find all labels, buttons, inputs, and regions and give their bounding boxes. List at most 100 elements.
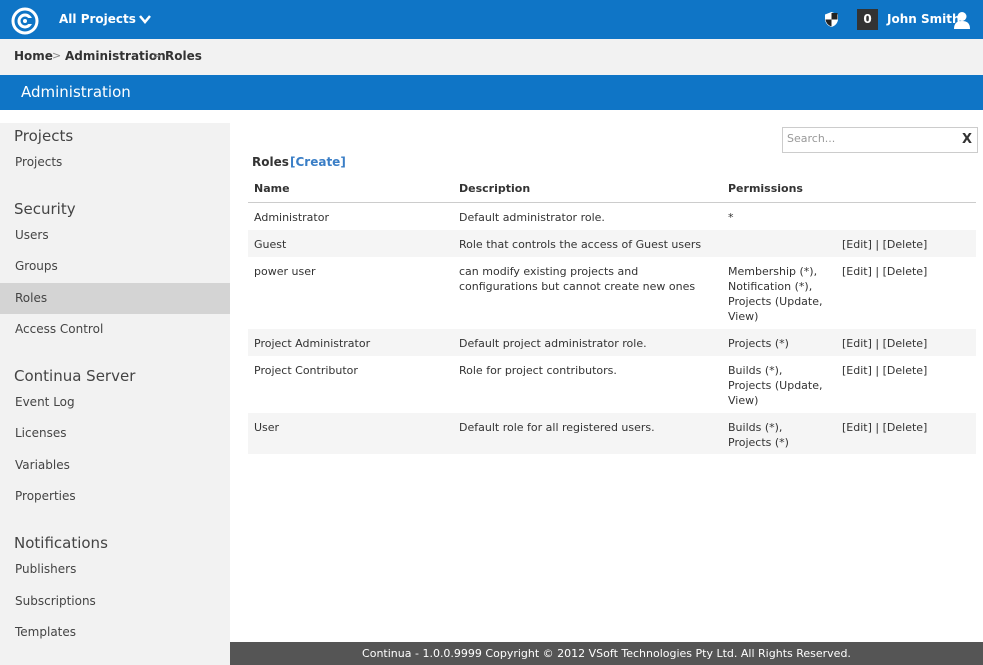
role-permissions: Builds (*), Projects (*) — [728, 420, 838, 450]
sidebar-section-notifications: Notifications — [14, 534, 108, 552]
chevron-down-icon[interactable] — [138, 12, 152, 26]
role-permissions: Projects (*) — [728, 336, 838, 351]
sidebar-item-groups[interactable]: Groups — [0, 251, 230, 282]
column-header-name: Name — [254, 182, 290, 195]
sidebar-section-security: Security — [14, 200, 76, 218]
project-selector[interactable]: All Projects — [59, 12, 136, 26]
sidebar-item-label: Licenses — [15, 426, 67, 440]
column-header-description: Description — [459, 182, 531, 195]
sidebar-item-event-log[interactable]: Event Log — [0, 387, 230, 418]
role-name: Guest — [254, 238, 287, 251]
action-separator: | — [875, 364, 880, 377]
breadcrumb-administration[interactable]: Administration — [65, 49, 166, 63]
sidebar-item-label: Publishers — [15, 562, 77, 576]
row-actions: [Edit] | [Delete] — [842, 237, 927, 252]
edit-role-link[interactable]: [Edit] — [842, 337, 872, 350]
continua-logo-icon[interactable] — [11, 7, 39, 35]
permission-line: View) — [728, 310, 759, 323]
sidebar-item-label: Users — [15, 228, 49, 242]
sidebar-item-properties[interactable]: Properties — [0, 481, 230, 512]
sidebar-item-label: Roles — [15, 291, 48, 305]
role-name: User — [254, 421, 280, 434]
table-row: power user can modify existing projects … — [248, 257, 976, 329]
shield-icon[interactable] — [824, 11, 839, 28]
sidebar-item-label: Subscriptions — [15, 594, 96, 608]
sidebar-item-projects[interactable]: Projects — [0, 147, 230, 178]
sidebar-item-licenses[interactable]: Licenses — [0, 418, 230, 449]
role-description: Role for project contributors. — [459, 364, 617, 377]
sidebar-item-label: Access Control — [15, 322, 104, 336]
breadcrumb-separator-icon: > — [152, 49, 162, 62]
sidebar-section-projects: Projects — [14, 127, 74, 145]
permission-line: Projects (Update, — [728, 295, 823, 308]
sidebar-item-templates[interactable]: Templates — [0, 617, 230, 648]
table-row: Administrator Default administrator role… — [248, 203, 976, 230]
clear-search-icon[interactable]: X — [962, 132, 972, 147]
role-description: Default administrator role. — [459, 211, 605, 224]
permission-line: Projects (Update, — [728, 379, 823, 392]
delete-role-link[interactable]: [Delete] — [883, 337, 928, 350]
breadcrumb-separator-icon: > — [52, 49, 62, 62]
row-actions: [Edit] | [Delete] — [842, 264, 927, 279]
permission-line: Builds (*), — [728, 421, 783, 434]
role-description: Default project administrator role. — [459, 337, 647, 350]
sidebar-item-users[interactable]: Users — [0, 220, 230, 251]
permission-line: View) — [728, 394, 759, 407]
permission-line: Notification (*), — [728, 280, 813, 293]
delete-role-link[interactable]: [Delete] — [883, 421, 928, 434]
sidebar-item-label: Event Log — [15, 395, 75, 409]
role-permissions: Builds (*), Projects (Update, View) — [728, 363, 838, 408]
create-role-link[interactable]: [Create] — [290, 155, 346, 169]
delete-role-link[interactable]: [Delete] — [883, 364, 928, 377]
action-separator: | — [875, 421, 880, 434]
breadcrumb-home[interactable]: Home — [14, 49, 53, 63]
row-actions: [Edit] | [Delete] — [842, 336, 927, 351]
user-name[interactable]: John Smith — [887, 12, 961, 26]
notification-count-badge[interactable]: 0 — [857, 9, 878, 30]
role-description: Role that controls the access of Guest u… — [459, 238, 702, 251]
description-line: can modify existing projects and — [459, 265, 639, 278]
sidebar-item-label: Properties — [15, 489, 76, 503]
search-input[interactable] — [787, 132, 947, 145]
permission-line: Builds (*), — [728, 364, 783, 377]
sidebar-item-label: Variables — [15, 458, 70, 472]
action-separator: | — [875, 265, 880, 278]
edit-role-link[interactable]: [Edit] — [842, 238, 872, 251]
action-separator: | — [875, 337, 880, 350]
sidebar-item-label: Groups — [15, 259, 58, 273]
search-box: X — [782, 127, 978, 153]
delete-role-link[interactable]: [Delete] — [883, 265, 928, 278]
delete-role-link[interactable]: [Delete] — [883, 238, 928, 251]
action-separator: | — [875, 238, 880, 251]
roles-heading: Roles — [252, 155, 289, 169]
role-name: Project Contributor — [254, 364, 358, 377]
edit-role-link[interactable]: [Edit] — [842, 421, 872, 434]
footer: Continua - 1.0.0.9999 Copyright © 2012 V… — [230, 642, 983, 665]
sidebar-item-subscriptions[interactable]: Subscriptions — [0, 586, 230, 617]
edit-role-link[interactable]: [Edit] — [842, 364, 872, 377]
sidebar-item-access-control[interactable]: Access Control — [0, 314, 230, 345]
edit-role-link[interactable]: [Edit] — [842, 265, 872, 278]
roles-table-header: Name Description Permissions — [248, 177, 976, 203]
row-actions: [Edit] | [Delete] — [842, 363, 927, 378]
role-name: Administrator — [254, 211, 329, 224]
role-description: can modify existing projects and configu… — [459, 264, 714, 294]
permission-line: Membership (*), — [728, 265, 818, 278]
row-actions: [Edit] | [Delete] — [842, 420, 927, 435]
sidebar: Projects Projects Security Users Groups … — [0, 123, 230, 665]
breadcrumb: Home > Administration > Roles — [0, 39, 983, 75]
table-row: Project Administrator Default project ad… — [248, 329, 976, 356]
user-icon[interactable] — [953, 11, 971, 29]
copyright-text: Continua - 1.0.0.9999 Copyright © 2012 V… — [362, 647, 851, 660]
role-name: power user — [254, 265, 316, 278]
table-row: Guest Role that controls the access of G… — [248, 230, 976, 257]
sidebar-item-roles[interactable]: Roles — [0, 283, 230, 314]
page-title: Administration — [21, 83, 131, 101]
breadcrumb-roles: Roles — [165, 49, 202, 63]
permission-line: Projects (*) — [728, 436, 789, 449]
top-navigation-bar: All Projects 0 John Smith — [0, 0, 983, 39]
sidebar-item-publishers[interactable]: Publishers — [0, 554, 230, 585]
sidebar-item-variables[interactable]: Variables — [0, 450, 230, 481]
role-permissions: * — [728, 210, 838, 225]
role-name: Project Administrator — [254, 337, 371, 350]
